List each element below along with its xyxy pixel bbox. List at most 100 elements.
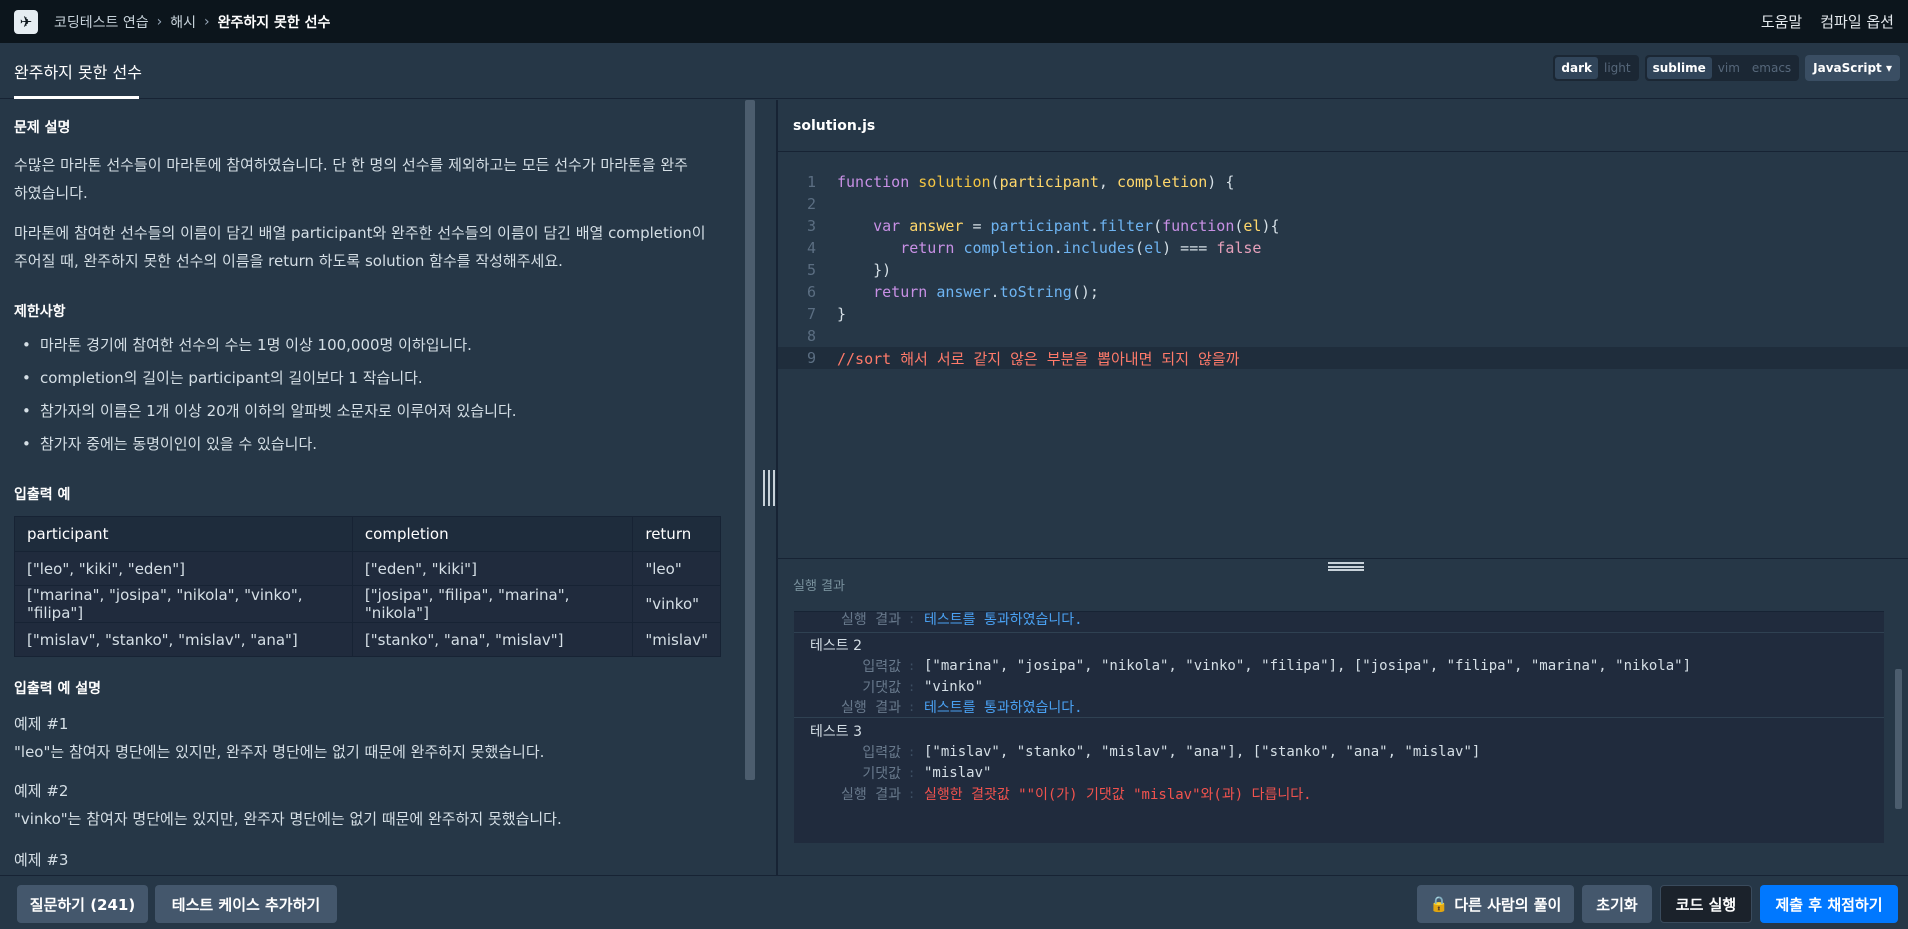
result-row: 실행 결과 : 테스트를 통과하였습니다. bbox=[794, 694, 1884, 719]
code-token: answer bbox=[936, 283, 991, 301]
code-line: 2 bbox=[778, 193, 1908, 215]
example-2-text: "vinko"는 참여자 명단에는 있지만, 완주자 명단에는 없기 때문에 완… bbox=[14, 810, 562, 828]
separator-icon: : bbox=[908, 658, 916, 673]
code-text: return answer.toString(); bbox=[837, 283, 1099, 301]
code-token: solution bbox=[918, 173, 991, 191]
code-token: includes bbox=[1062, 239, 1136, 257]
column-header-participant: participant bbox=[14, 516, 353, 552]
code-token: . bbox=[1053, 239, 1063, 257]
editor-settings: dark light sublime vim emacs JavaScript … bbox=[1553, 55, 1900, 81]
caret-down-icon: ▾ bbox=[1885, 61, 1892, 75]
description-text-1a: 수많은 마라톤 선수들이 마라톤에 참여하였습니다. 단 한 명의 선수를 제외… bbox=[14, 156, 688, 174]
result-label: 실행 결과 bbox=[841, 611, 901, 628]
code-line: 5 }) bbox=[778, 259, 1908, 281]
results-scrollbar[interactable] bbox=[1895, 669, 1902, 809]
reset-button[interactable]: 초기화 bbox=[1582, 885, 1652, 923]
code-line-active: 9 //sort 해서 서로 같지 않은 부분을 뽑아내면 되지 않을까 bbox=[778, 347, 1908, 369]
result-row: 실행 결과 : 테스트를 통과하였습니다. bbox=[794, 611, 1884, 631]
code-editor[interactable]: 1 function solution(participant, complet… bbox=[778, 152, 1908, 558]
code-line: 6 return answer.toString(); bbox=[778, 281, 1908, 303]
limits-list: 마라톤 경기에 참여한 선수의 수는 1명 이상 100,000명 이하입니다.… bbox=[0, 329, 740, 461]
results-title: 실행 결과 bbox=[793, 579, 845, 594]
example-1-text: "leo"는 참여자 명단에는 있지만, 완주자 명단에는 없기 때문에 완주하… bbox=[14, 743, 545, 761]
line-number: 8 bbox=[806, 327, 816, 345]
description-text-2b: 주어질 때, 완주하지 못한 선수의 이름을 return 하도록 soluti… bbox=[14, 252, 563, 270]
test-3-expected: "mislav" bbox=[924, 764, 992, 781]
line-number: 1 bbox=[806, 173, 816, 191]
chevron-right-icon: › bbox=[204, 13, 210, 30]
line-number: 6 bbox=[806, 283, 816, 301]
run-code-button[interactable]: 코드 실행 bbox=[1660, 885, 1752, 923]
editor-filename: solution.js bbox=[778, 100, 1908, 152]
code-comment: //sort 해서 서로 같지 않은 부분을 뽑아내면 되지 않을까 bbox=[837, 349, 1240, 368]
language-select[interactable]: JavaScript ▾ bbox=[1805, 55, 1900, 81]
code-text: function solution(participant, completio… bbox=[837, 173, 1234, 191]
column-header-completion: completion bbox=[351, 516, 634, 552]
table-row: ["mislav", "stanko", "mislav", "ana"] ["… bbox=[14, 622, 721, 657]
table-cell: ["mislav", "stanko", "mislav", "ana"] bbox=[14, 622, 353, 657]
code-text: } bbox=[837, 305, 847, 323]
keymap-sublime-option[interactable]: sublime bbox=[1646, 57, 1712, 79]
line-number: 4 bbox=[806, 239, 816, 257]
code-text: return completion.includes(el) === false bbox=[837, 239, 1261, 257]
input-label: 입력값 bbox=[862, 744, 901, 761]
limits-item: 참가자의 이름은 1개 이상 20개 이하의 알파벳 소문자로 이루어져 있습니… bbox=[0, 395, 740, 428]
code-token: ( bbox=[1135, 239, 1145, 257]
code-token: = bbox=[963, 217, 991, 235]
separator-icon: : bbox=[908, 699, 916, 714]
code-line: 7 } bbox=[778, 303, 1908, 325]
code-token: completion bbox=[1116, 173, 1208, 191]
table-cell: ["stanko", "ana", "mislav"] bbox=[351, 622, 634, 657]
example-2-title: 예제 #2 bbox=[14, 782, 69, 800]
table-row: ["leo", "kiki", "eden"] ["eden", "kiki"]… bbox=[14, 551, 721, 586]
line-number: 9 bbox=[806, 349, 816, 367]
keymap-toggle: sublime vim emacs bbox=[1644, 55, 1800, 81]
bottom-bar: 질문하기 (241) 테스트 케이스 추가하기 🔒 다른 사람의 풀이 초기화 … bbox=[0, 875, 1908, 929]
code-token: , bbox=[1098, 173, 1117, 191]
add-test-case-button[interactable]: 테스트 케이스 추가하기 bbox=[155, 885, 337, 923]
code-line: 3 var answer = participant.filter(functi… bbox=[778, 215, 1908, 237]
tab-problem[interactable]: 완주하지 못한 선수 bbox=[14, 43, 142, 99]
compile-options-link[interactable]: 컴파일 옵션 bbox=[1820, 11, 1894, 32]
logo-icon[interactable]: ✈ bbox=[14, 9, 38, 34]
result-pass: 테스트를 통과하였습니다. bbox=[924, 699, 1083, 716]
code-token: . bbox=[1089, 217, 1099, 235]
input-label: 입력값 bbox=[862, 658, 901, 675]
test-2-title: 테스트 2 bbox=[810, 637, 862, 654]
code-text: }) bbox=[837, 261, 892, 279]
theme-light-option[interactable]: light bbox=[1598, 57, 1637, 79]
keymap-vim-option[interactable]: vim bbox=[1712, 57, 1746, 79]
results-resize-handle[interactable] bbox=[1328, 562, 1364, 571]
table-cell: ["eden", "kiki"] bbox=[351, 551, 634, 586]
code-token: (); bbox=[1071, 283, 1099, 301]
io-table: participant completion return ["leo", "k… bbox=[14, 516, 721, 657]
code-token: participant bbox=[999, 173, 1099, 191]
line-number: 5 bbox=[806, 261, 816, 279]
submit-button[interactable]: 제출 후 채점하기 bbox=[1760, 885, 1898, 923]
test-3-title: 테스트 3 bbox=[810, 723, 862, 740]
limits-heading: 제한사항 bbox=[14, 304, 66, 320]
resize-handle[interactable] bbox=[763, 470, 775, 506]
problem-scrollbar[interactable] bbox=[745, 100, 755, 780]
language-select-value: JavaScript bbox=[1813, 61, 1882, 75]
other-solutions-button[interactable]: 🔒 다른 사람의 풀이 bbox=[1417, 885, 1574, 923]
code-line: 4 return completion.includes(el) === fal… bbox=[778, 237, 1908, 259]
table-row: ["marina", "josipa", "nikola", "vinko", … bbox=[14, 585, 721, 623]
code-token: function bbox=[1162, 217, 1235, 235]
code-token: return bbox=[873, 283, 928, 301]
help-link[interactable]: 도움말 bbox=[1761, 11, 1802, 32]
keymap-emacs-option[interactable]: emacs bbox=[1746, 57, 1797, 79]
theme-dark-option[interactable]: dark bbox=[1555, 57, 1598, 79]
code-token: function bbox=[837, 173, 910, 191]
ask-question-button[interactable]: 질문하기 (241) bbox=[17, 885, 148, 923]
separator-icon: : bbox=[908, 611, 916, 626]
table-cell: "vinko" bbox=[632, 585, 721, 623]
separator-icon: : bbox=[908, 765, 916, 780]
breadcrumb-item-coding-test[interactable]: 코딩테스트 연습 bbox=[54, 12, 149, 32]
example-1-title: 예제 #1 bbox=[14, 715, 69, 733]
code-token: var bbox=[873, 217, 901, 235]
breadcrumb-item-hash[interactable]: 해시 bbox=[170, 12, 196, 32]
